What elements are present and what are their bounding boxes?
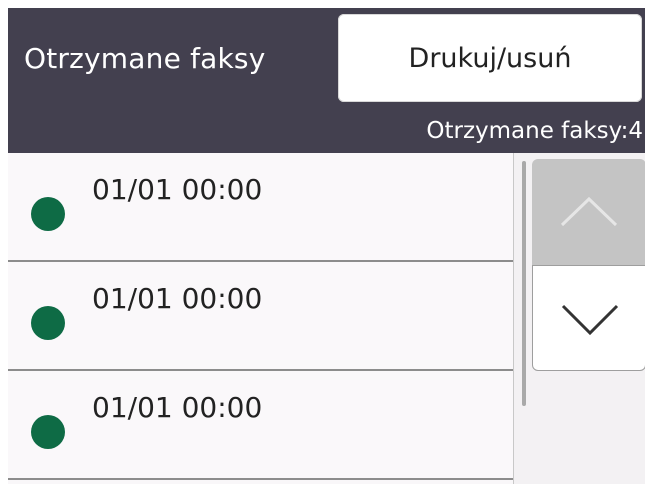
chevron-up-icon: [560, 196, 618, 227]
fax-timestamp: 01/01 00:00: [92, 391, 263, 424]
page-title: Otrzymane faksy: [24, 42, 266, 75]
fax-list-item[interactable]: 01/01 00:00: [8, 262, 513, 371]
scroll-panel: [513, 153, 645, 484]
green-dot-icon: [31, 197, 65, 231]
scrollbar[interactable]: [522, 161, 526, 406]
header-bar: Otrzymane faksy Drukuj/usuń Otrzymane fa…: [8, 8, 645, 153]
fax-list: 01/01 00:00 01/01 00:00 01/01 00:00: [8, 153, 513, 484]
scroll-down-button[interactable]: [532, 265, 645, 371]
green-dot-icon: [31, 415, 65, 449]
fax-list-item[interactable]: 01/01 00:00: [8, 371, 513, 480]
chevron-down-icon: [561, 304, 619, 336]
fax-list-item[interactable]: 01/01 00:00: [8, 153, 513, 262]
fax-screen: Otrzymane faksy Drukuj/usuń Otrzymane fa…: [8, 8, 645, 484]
fax-count-label: Otrzymane faksy:4: [426, 118, 643, 144]
print-delete-button[interactable]: Drukuj/usuń: [338, 14, 642, 102]
green-dot-icon: [31, 306, 65, 340]
fax-timestamp: 01/01 00:00: [92, 282, 263, 315]
fax-timestamp: 01/01 00:00: [92, 173, 263, 206]
scroll-up-button[interactable]: [532, 159, 645, 265]
